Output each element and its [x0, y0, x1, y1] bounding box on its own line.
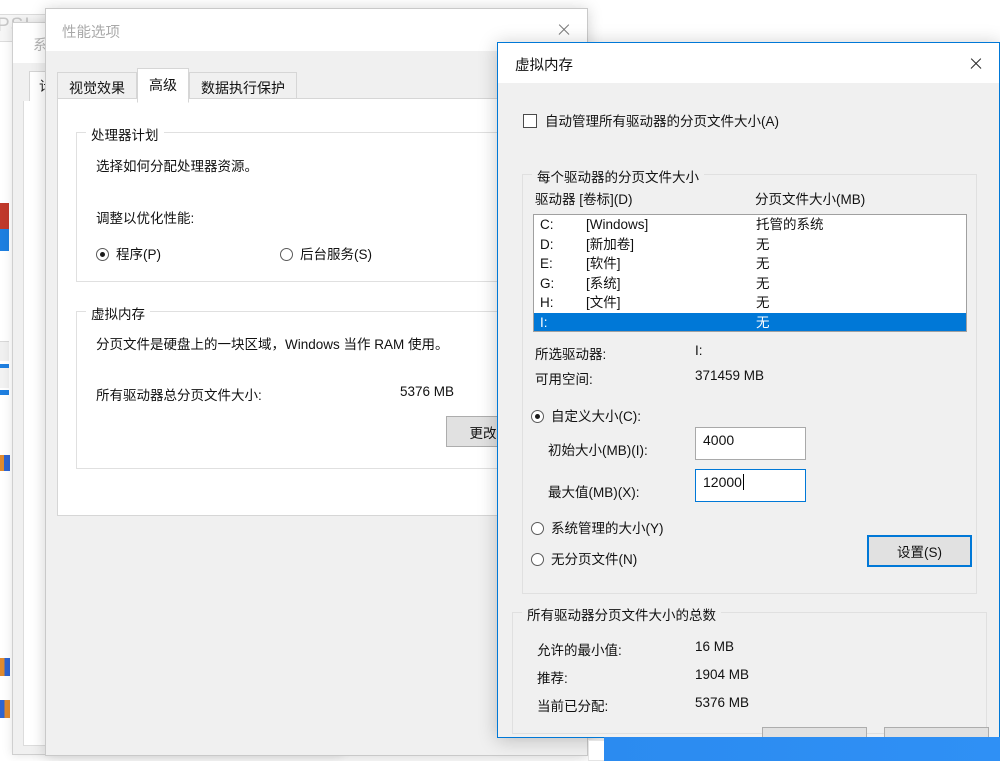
virtual-memory-title: 虚拟内存 — [515, 58, 573, 74]
background-accent-grey-1 — [0, 341, 9, 361]
radio-background-services-indicator — [280, 248, 293, 261]
total-paging-file-label: 所有驱动器总分页文件大小: — [96, 388, 262, 403]
selected-drive-label: 所选驱动器: — [535, 347, 607, 362]
radio-background-services[interactable]: 后台服务(S) — [280, 243, 372, 263]
drive-label: [Windows] — [586, 217, 649, 232]
free-space-label: 可用空间: — [535, 372, 593, 387]
min-allowed-value: 16 MB — [695, 639, 735, 654]
virtual-memory-description: 分页文件是硬盘上的一块区域，Windows 当作 RAM 使用。 — [96, 337, 449, 352]
drive-label: [系统] — [586, 275, 621, 291]
virtual-memory-dialog[interactable]: 虚拟内存 自动管理所有驱动器的分页文件大小(A) 每个驱动器的分页文件大小 驱动… — [497, 42, 1000, 759]
min-allowed-label: 允许的最小值: — [537, 643, 622, 658]
text-caret — [742, 474, 744, 490]
auto-manage-label: 自动管理所有驱动器的分页文件大小(A) — [545, 114, 779, 129]
virtual-memory-legend: 虚拟内存 — [86, 303, 150, 323]
radio-programs[interactable]: 程序(P) — [96, 243, 161, 263]
paging-totals-legend: 所有驱动器分页文件大小的总数 — [522, 604, 721, 624]
close-icon — [969, 57, 983, 71]
drive-label: [软件] — [586, 256, 621, 271]
list-item[interactable]: H: [文件] 无 — [534, 293, 966, 313]
list-item-selected[interactable]: I: 无 — [534, 312, 966, 331]
drive-letter: I: — [540, 314, 548, 330]
initial-size-label: 初始大小(MB)(I): — [548, 443, 648, 458]
virtual-memory-titlebar: 虚拟内存 — [498, 43, 999, 84]
radio-system-managed-label: 系统管理的大小(Y) — [551, 521, 664, 536]
drive-label: [文件] — [586, 295, 621, 310]
max-size-value: 12000 — [703, 474, 742, 490]
selected-drive-value: I: — [695, 343, 703, 358]
checkbox-indicator — [523, 114, 537, 128]
background-accent-blue-3 — [0, 390, 9, 395]
virtual-memory-group: 虚拟内存 分页文件是硬盘上的一块区域，Windows 当作 RAM 使用。 所有… — [76, 303, 556, 469]
background-icon-1 — [0, 455, 10, 471]
processor-scheduling-prompt: 调整以优化性能: — [96, 211, 195, 226]
recommended-value: 1904 MB — [695, 667, 750, 682]
radio-custom-size-indicator — [531, 410, 544, 423]
background-accent-blue-1 — [0, 229, 9, 251]
list-item[interactable]: D: [新加卷] 无 — [534, 235, 966, 255]
taskbar-blue-bar — [604, 737, 1000, 761]
performance-options-title: 性能选项 — [62, 25, 120, 41]
radio-custom-size-label: 自定义大小(C): — [551, 409, 641, 424]
background-accent-red — [0, 203, 9, 229]
max-size-input[interactable]: 12000 — [695, 469, 806, 502]
radio-no-paging-file-indicator — [531, 553, 544, 566]
radio-no-paging-file[interactable]: 无分页文件(N) — [531, 548, 637, 568]
paging-totals-group: 所有驱动器分页文件大小的总数 允许的最小值: 16 MB 推荐: 1904 MB… — [512, 604, 987, 734]
virtual-memory-close-button[interactable] — [952, 43, 999, 84]
radio-custom-size[interactable]: 自定义大小(C): — [531, 405, 641, 425]
currently-allocated-label: 当前已分配: — [537, 699, 609, 714]
radio-programs-indicator — [96, 248, 109, 261]
screen: PSI 系统属性 计算机名 要 性能选项 视觉效果高 — [0, 0, 1000, 761]
processor-scheduling-description: 选择如何分配处理器资源。 — [96, 159, 258, 174]
auto-manage-checkbox[interactable]: 自动管理所有驱动器的分页文件大小(A) — [523, 110, 779, 130]
currently-allocated-value: 5376 MB — [695, 695, 750, 710]
list-item[interactable]: C: [Windows] 托管的系统 — [534, 215, 966, 235]
drive-label: [新加卷] — [586, 236, 635, 252]
processor-scheduling-group: 处理器计划 选择如何分配处理器资源。 调整以优化性能: 程序(P) 后台服务(S… — [76, 124, 556, 282]
radio-background-services-label: 后台服务(S) — [300, 247, 372, 262]
close-icon — [557, 23, 571, 37]
total-paging-file-value: 5376 MB — [400, 384, 455, 399]
drive-letter: H: — [540, 295, 554, 310]
virtual-memory-content: 自动管理所有驱动器的分页文件大小(A) 每个驱动器的分页文件大小 驱动器 [卷标… — [498, 84, 999, 759]
per-drive-paging-group: 每个驱动器的分页文件大小 驱动器 [卷标](D) 分页文件大小(MB) C: [… — [522, 166, 977, 594]
drive-list[interactable]: C: [Windows] 托管的系统 D: [新加卷] 无 E: [软件] 无 — [533, 214, 967, 332]
drive-paging-size: 无 — [756, 275, 770, 291]
drive-letter: E: — [540, 256, 553, 271]
list-item[interactable]: E: [软件] 无 — [534, 254, 966, 274]
background-icon-2 — [0, 658, 10, 676]
drive-paging-size: 无 — [756, 256, 770, 271]
background-icon-3 — [0, 700, 10, 718]
drive-letter: D: — [540, 236, 554, 252]
free-space-value: 371459 MB — [695, 368, 765, 383]
max-size-label: 最大值(MB)(X): — [548, 485, 640, 500]
radio-no-paging-file-label: 无分页文件(N) — [551, 552, 638, 567]
drive-paging-size: 无 — [756, 314, 770, 330]
processor-scheduling-legend: 处理器计划 — [86, 124, 164, 144]
radio-system-managed-indicator — [531, 522, 544, 535]
background-accent-grey-2 — [0, 368, 9, 388]
drive-letter: C: — [540, 217, 554, 232]
drive-paging-size: 无 — [756, 236, 770, 252]
list-item[interactable]: G: [系统] 无 — [534, 274, 966, 294]
initial-size-value: 4000 — [703, 432, 735, 448]
per-drive-legend: 每个驱动器的分页文件大小 — [532, 166, 704, 186]
radio-system-managed[interactable]: 系统管理的大小(Y) — [531, 517, 664, 537]
initial-size-input[interactable]: 4000 — [695, 427, 806, 460]
drive-paging-size: 无 — [756, 295, 770, 310]
recommended-label: 推荐: — [537, 671, 568, 686]
radio-programs-label: 程序(P) — [116, 247, 161, 262]
drive-paging-size: 托管的系统 — [756, 217, 824, 232]
performance-options-tabstrip: 视觉效果 高级 数据执行保护 — [57, 68, 297, 103]
drive-letter: G: — [540, 275, 555, 291]
tab-advanced[interactable]: 高级 — [137, 68, 189, 103]
set-button[interactable]: 设置(S) — [867, 535, 972, 567]
column-header-drive: 驱动器 [卷标](D) — [535, 192, 633, 207]
column-header-paging-size: 分页文件大小(MB) — [755, 192, 866, 207]
